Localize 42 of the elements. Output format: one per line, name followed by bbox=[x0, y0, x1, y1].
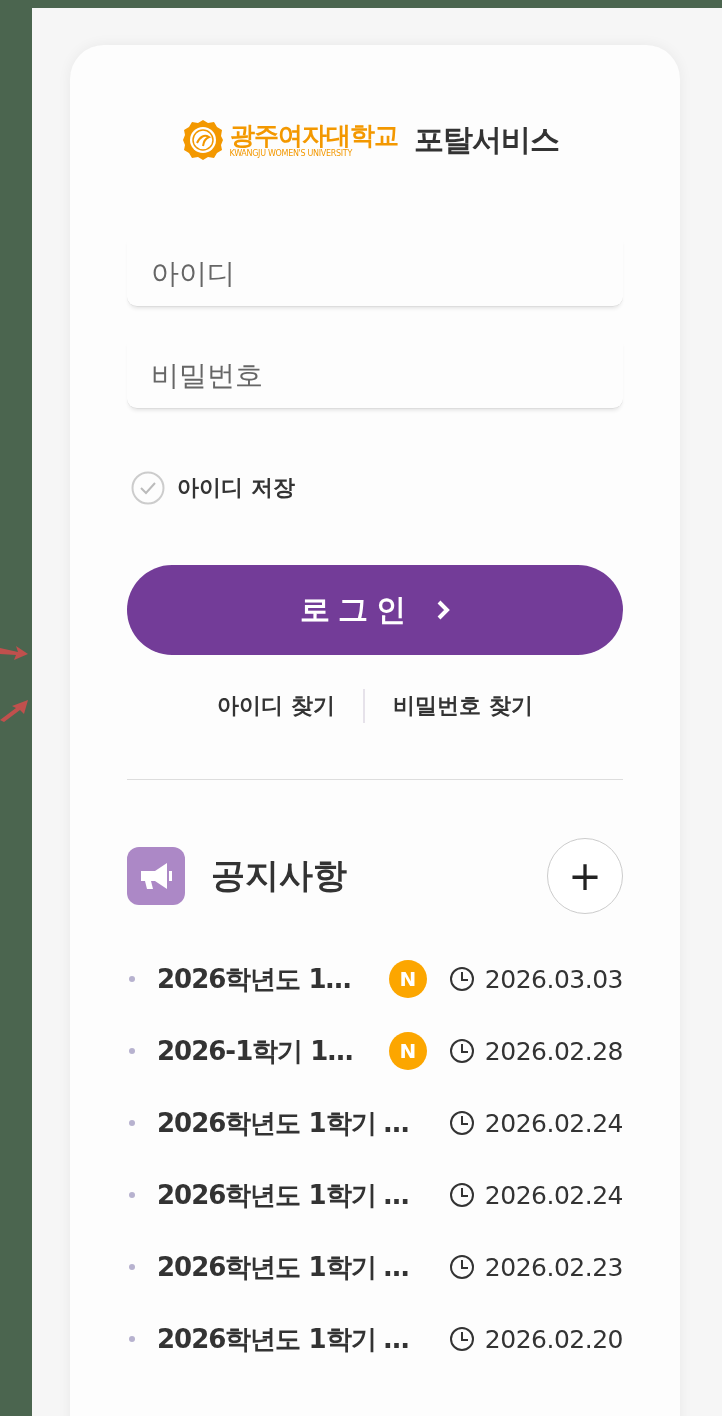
notice-date: 2026.02.23 bbox=[484, 1252, 623, 1282]
notice-date: 2026.02.28 bbox=[484, 1036, 623, 1066]
notice-title[interactable]: 2026학년도 1학기 … bbox=[157, 1177, 449, 1213]
notice-date: 2026.02.20 bbox=[484, 1324, 623, 1354]
notice-date: 2026.02.24 bbox=[484, 1108, 623, 1138]
bullet-dot bbox=[129, 1120, 135, 1126]
password-field[interactable]: 비밀번호 bbox=[127, 341, 623, 409]
bullet-dot bbox=[129, 1264, 135, 1270]
notice-title[interactable]: 2026학년도 1학기 … bbox=[157, 1105, 449, 1141]
megaphone-icon bbox=[127, 847, 185, 905]
university-english-name: KWANGJU WOMEN'S UNIVERSITY bbox=[229, 149, 352, 159]
notice-title[interactable]: 2026-1학기 1… bbox=[157, 1033, 389, 1069]
find-account-link[interactable]: 비밀번호 찾기 bbox=[393, 691, 533, 721]
login-button[interactable]: 로그인 bbox=[127, 565, 623, 655]
remember-id-checkbox[interactable]: 아이디 저장 bbox=[131, 471, 623, 505]
clock-icon bbox=[448, 966, 475, 992]
pointer-arrow-icon bbox=[0, 698, 28, 722]
new-badge: N bbox=[388, 1032, 427, 1070]
chevron-right-icon bbox=[436, 599, 450, 621]
notice-title[interactable]: 2026학년도 1학기 … bbox=[157, 1321, 449, 1357]
notice-title[interactable]: 2026학년도 1학기 … bbox=[157, 1249, 449, 1285]
clock-icon bbox=[448, 1254, 475, 1280]
notice-title[interactable]: 2026학년도 1… bbox=[157, 961, 389, 997]
portal-title: 포탈서비스 bbox=[413, 120, 559, 159]
university-seal-icon bbox=[181, 119, 224, 161]
clock-icon bbox=[448, 1182, 475, 1208]
check-circle-icon bbox=[131, 471, 165, 505]
clock-icon bbox=[448, 1326, 475, 1352]
bullet-dot bbox=[129, 1192, 135, 1198]
bullet-dot bbox=[129, 1048, 135, 1054]
notice-date: 2026.02.24 bbox=[484, 1180, 623, 1210]
bullet-dot bbox=[129, 976, 135, 982]
more-button[interactable]: + bbox=[547, 838, 623, 914]
notice-date: 2026.03.03 bbox=[484, 964, 623, 994]
bullet-dot bbox=[129, 1336, 135, 1342]
clock-icon bbox=[448, 1038, 475, 1064]
notices-title: 공지사항 bbox=[211, 854, 348, 897]
new-badge: N bbox=[388, 960, 427, 998]
university-name: 광주여자대학교 bbox=[229, 121, 398, 150]
clock-icon bbox=[448, 1110, 475, 1136]
find-account-link[interactable]: 아이디 찾기 bbox=[217, 691, 335, 721]
id-field[interactable]: 아이디 bbox=[127, 239, 623, 307]
